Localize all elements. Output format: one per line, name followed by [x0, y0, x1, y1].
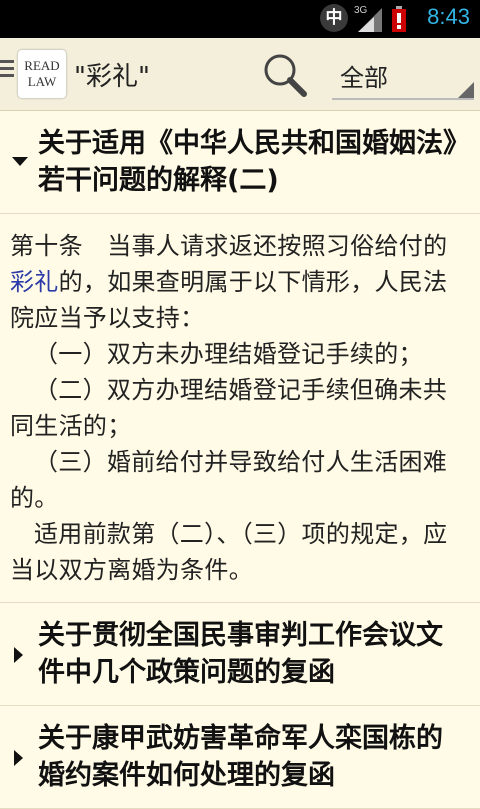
result-header-2[interactable]: 关于贯彻全国民事审判工作会议文件中几个政策问题的复函: [0, 603, 480, 706]
ime-indicator: 中: [320, 4, 348, 32]
keyword-highlight: 彩礼: [10, 268, 59, 296]
text-segment: 第十条 当事人请求返还按照习俗给付的: [10, 232, 448, 260]
clock: 8:43: [427, 4, 470, 29]
result-header-3[interactable]: 关于康甲武妨害革命军人栾国栋的婚约案件如何处理的复函: [0, 706, 480, 809]
result-title: 关于适用《中华人民共和国婚姻法》若干问题的解释(二): [38, 128, 457, 196]
clause-1: （一）双方未办理结婚登记手续的；: [34, 340, 423, 368]
clause-3: （三）婚前给付并导致给付人生活困难的。: [10, 448, 448, 512]
action-bar: READ LAW "彩礼" 全部: [0, 38, 480, 111]
dropdown-corner-icon: [458, 82, 474, 98]
logo-text-law: LAW: [27, 74, 57, 89]
search-icon[interactable]: [262, 52, 308, 98]
clause-note: 适用前款第（二）、（三）项的规定，应当以双方离婚为条件。: [10, 520, 448, 584]
category-filter-dropdown[interactable]: 全部: [332, 52, 474, 100]
result-title: 关于康甲武妨害革命军人栾国栋的婚约案件如何处理的复函: [38, 723, 443, 791]
text-segment: 的，如果查明属于以下情形，人民法院应当予以支持：: [10, 268, 448, 332]
results-list: 关于适用《中华人民共和国婚姻法》若干问题的解释(二) 第十条 当事人请求返还按照…: [0, 111, 480, 809]
collapse-arrow-icon: [12, 157, 28, 166]
battery-icon: [392, 6, 406, 32]
result-body-1: 第十条 当事人请求返还按照习俗给付的彩礼的，如果查明属于以下情形，人民法院应当予…: [0, 214, 480, 603]
expand-arrow-icon: [14, 647, 23, 663]
expand-arrow-icon: [14, 750, 23, 766]
signal-icon: [358, 8, 382, 32]
app-logo[interactable]: READ LAW: [18, 50, 66, 98]
logo-text-read: READ: [24, 58, 60, 73]
filter-selected-value: 全部: [340, 64, 388, 92]
result-title: 关于贯彻全国民事审判工作会议文件中几个政策问题的复函: [38, 620, 443, 688]
drawer-menu-icon[interactable]: [0, 60, 14, 81]
status-bar: 中 3G 8:43: [0, 0, 480, 38]
clause-2: （二）双方办理结婚登记手续但确未共同生活的；: [10, 376, 448, 440]
result-header-1[interactable]: 关于适用《中华人民共和国婚姻法》若干问题的解释(二): [0, 111, 480, 214]
article-paragraph: 第十条 当事人请求返还按照习俗给付的彩礼的，如果查明属于以下情形，人民法院应当予…: [10, 228, 470, 336]
search-query-title: "彩礼": [74, 62, 150, 92]
